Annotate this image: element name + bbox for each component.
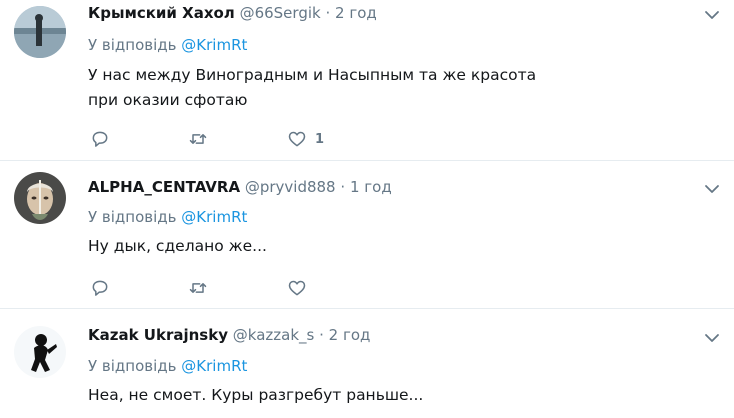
reply-button[interactable] xyxy=(90,276,110,300)
chevron-down-icon[interactable] xyxy=(704,7,720,23)
reply-button[interactable] xyxy=(90,127,110,151)
avatar[interactable] xyxy=(14,172,66,224)
tweet-text: У нас между Виноградным и Насыпным та же… xyxy=(88,63,536,113)
reply-prefix: У відповідь xyxy=(88,357,177,375)
reply-context: У відповідь @KrimRt xyxy=(88,36,247,54)
reply-context: У відповідь @KrimRt xyxy=(88,208,247,226)
heart-icon xyxy=(288,280,306,296)
reply-icon xyxy=(92,131,108,147)
reply-prefix: У відповідь xyxy=(88,36,177,54)
mention-link[interactable]: @KrimRt xyxy=(181,208,247,226)
tweet[interactable]: ALPHA_CENTAVRA @pryvid888 · 1 год У відп… xyxy=(0,162,734,308)
reply-icon xyxy=(92,280,108,296)
like-button[interactable]: 1 xyxy=(287,127,324,151)
reply-context: У відповідь @KrimRt xyxy=(88,357,247,375)
display-name[interactable]: ALPHA_CENTAVRA xyxy=(88,178,240,196)
timestamp[interactable]: 1 год xyxy=(350,178,392,196)
mention-link[interactable]: @KrimRt xyxy=(181,357,247,375)
like-button[interactable] xyxy=(287,276,307,300)
retweet-icon xyxy=(189,134,207,144)
tweet-text-line: Ну дык, сделано же... xyxy=(88,237,267,255)
heart-icon xyxy=(288,131,306,147)
tweet-text-line: при оказии сфотаю xyxy=(88,91,248,109)
tweet-text: Ну дык, сделано же... xyxy=(88,234,267,259)
timestamp[interactable]: 2 год xyxy=(335,4,377,22)
tweet-header: Kazak Ukrajnsky @kazzak_s · 2 год xyxy=(88,326,370,344)
tweet-divider xyxy=(0,160,734,161)
separator-dot: · xyxy=(325,4,331,22)
like-count: 1 xyxy=(315,131,325,147)
tweet-text: Неа, не смоет. Куры разгребут раньше... xyxy=(88,383,423,408)
retweet-icon xyxy=(189,283,207,293)
chevron-down-icon[interactable] xyxy=(704,181,720,197)
tweet-header: Крымский Хахол @66Sergik · 2 год xyxy=(88,4,377,22)
display-name[interactable]: Крымский Хахол xyxy=(88,4,235,22)
separator-dot: · xyxy=(340,178,346,196)
mention-link[interactable]: @KrimRt xyxy=(181,36,247,54)
retweet-button[interactable] xyxy=(188,127,208,151)
user-handle[interactable]: @66Sergik xyxy=(240,4,321,22)
retweet-button[interactable] xyxy=(188,276,208,300)
tweet-header: ALPHA_CENTAVRA @pryvid888 · 1 год xyxy=(88,178,392,196)
tweet-text-line: У нас между Виноградным и Насыпным та же… xyxy=(88,66,537,84)
tweet-text-line: Неа, не смоет. Куры разгребут раньше... xyxy=(88,386,424,404)
avatar[interactable] xyxy=(14,6,66,58)
avatar[interactable] xyxy=(14,326,66,378)
user-handle[interactable]: @pryvid888 xyxy=(245,178,336,196)
tweet-divider xyxy=(0,308,734,309)
timestamp[interactable]: 2 год xyxy=(329,326,371,344)
display-name[interactable]: Kazak Ukrajnsky xyxy=(88,326,228,344)
user-handle[interactable]: @kazzak_s xyxy=(233,326,315,344)
chevron-down-icon[interactable] xyxy=(704,330,720,346)
tweet[interactable]: Крымский Хахол @66Sergik · 2 год У відпо… xyxy=(0,0,734,160)
reply-prefix: У відповідь xyxy=(88,208,177,226)
tweet[interactable]: Kazak Ukrajnsky @kazzak_s · 2 год У відп… xyxy=(0,310,734,418)
separator-dot: · xyxy=(319,326,324,344)
